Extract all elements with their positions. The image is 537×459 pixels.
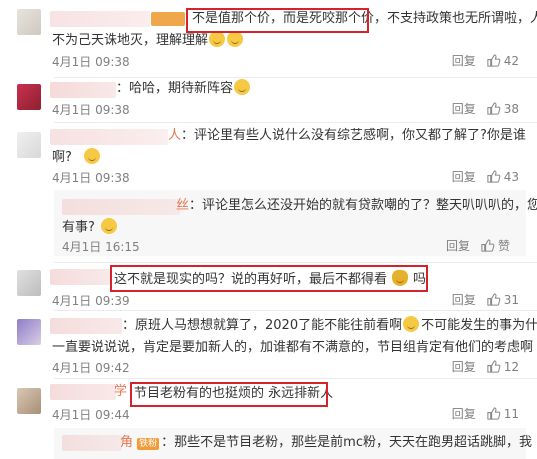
thumbs-up-icon: [481, 239, 495, 252]
comment-actions: 回复 12: [452, 358, 519, 375]
username[interactable]: [50, 318, 122, 334]
like-count: 42: [503, 53, 519, 68]
emoji-icon: [227, 31, 244, 47]
comment-text: 丝：评论里怎么还没开始的就有贷款嘲的了？整天叭叭叭的，您: [176, 198, 537, 213]
thumbs-up-icon: [487, 293, 501, 306]
comment-actions: 回复 43: [452, 168, 519, 185]
comment-actions: 回复 38: [452, 100, 519, 117]
comment-item: 人：评论里有些人说什么没有综艺感啊，你又都了解了?你是谁 啊? 4月1日 09:…: [0, 123, 537, 191]
reply-button[interactable]: 回复: [452, 168, 476, 185]
avatar[interactable]: [17, 388, 41, 414]
highlight-box: [110, 265, 428, 292]
like-button[interactable]: 43: [486, 169, 519, 184]
like-button[interactable]: 11: [486, 406, 519, 421]
emoji-icon: [100, 218, 117, 234]
comment-text: 学: [114, 384, 128, 399]
thumbs-up-icon: [487, 102, 501, 115]
comment-actions: 回复 11: [452, 405, 519, 422]
thumbs-up-icon: [487, 170, 501, 183]
comment-text: ：哈哈，期待新阵容: [116, 77, 251, 101]
username[interactable]: [50, 82, 116, 98]
comment-text: ：原班人马想想就算了，2020了能不能往前看啊不可能发生的事为什么: [122, 316, 537, 333]
emoji-icon: [83, 148, 100, 164]
like-count: 38: [503, 101, 519, 116]
comment-text: 角 铁粉 ：那些不是节目老粉，那些是前mc粉，天天在跑男超话跳脚，我: [120, 435, 532, 450]
comment-actions: 回复 42: [452, 52, 519, 69]
timestamp: 4月1日 09:38: [52, 55, 130, 69]
reply-button[interactable]: 回复: [452, 291, 476, 308]
comment-text: 啊?: [52, 146, 101, 170]
timestamp: 4月1日 09:39: [52, 294, 130, 308]
comment-item: ：哈哈，期待新阵容 4月1日 09:38 回复 38: [0, 78, 537, 123]
thumbs-up-icon: [487, 360, 501, 373]
avatar[interactable]: [17, 270, 41, 296]
like-count: 31: [503, 292, 519, 307]
badge-icon: [151, 12, 185, 26]
reply-button[interactable]: 回复: [452, 100, 476, 117]
sub-reply: 角 铁粉 ：那些不是节目老粉，那些是前mc粉，天天在跑男超话跳脚，我: [54, 428, 532, 459]
comment-item: 这不就是现实的吗？说的再好听，最后不都得看吗 4月1日 09:39 回复 31: [0, 263, 537, 311]
comment-actions: 回复 31: [452, 291, 519, 308]
username[interactable]: [50, 269, 110, 285]
like-button[interactable]: 赞: [480, 237, 510, 254]
like-button[interactable]: 12: [486, 359, 519, 374]
timestamp: 4月1日 09:44: [52, 408, 130, 422]
timestamp: 4月1日 16:15: [62, 240, 140, 254]
like-count: 赞: [497, 239, 510, 253]
like-count: 11: [503, 406, 519, 421]
like-button[interactable]: 38: [486, 101, 519, 116]
like-count: 43: [503, 169, 519, 184]
avatar[interactable]: [17, 84, 41, 110]
reply-button[interactable]: 回复: [452, 358, 476, 375]
avatar[interactable]: [17, 132, 41, 158]
fan-badge: 铁粉: [137, 438, 160, 450]
comment-item: ：原班人马想想就算了，2020了能不能往前看啊不可能发生的事为什么 一直要说说说…: [0, 311, 537, 379]
like-count: 12: [503, 359, 519, 374]
comment-item: 学 节目老粉有的也挺烦的 永远排新人 4月1日 09:44 回复 11: [0, 379, 537, 425]
reply-button[interactable]: 回复: [452, 405, 476, 422]
comment-text: 人：评论里有些人说什么没有综艺感啊，你又都了解了?你是谁: [168, 128, 526, 143]
highlight-box: [186, 8, 369, 33]
emoji-icon: [209, 31, 226, 47]
timestamp: 4月1日 09:38: [52, 171, 130, 185]
username[interactable]: [50, 11, 150, 27]
sub-reply: 丝：评论里怎么还没开始的就有贷款嘲的了？整天叭叭叭的，您 有事? 4月1日 16…: [54, 190, 537, 256]
comment-text: 一直要说说说，肯定是要加新人的，加谁都有不满意的，节目组肯定有他们的考虑啊: [52, 340, 534, 355]
emoji-icon: [234, 79, 251, 95]
like-button[interactable]: 31: [486, 292, 519, 307]
emoji-icon: [403, 316, 420, 332]
thumbs-up-icon: [487, 407, 501, 420]
highlight-box: [130, 382, 328, 407]
comment-actions: 回复 赞: [446, 237, 510, 254]
thumbs-up-icon: [487, 54, 501, 67]
avatar[interactable]: [17, 319, 41, 345]
timestamp: 4月1日 09:42: [52, 361, 130, 375]
reply-button[interactable]: 回复: [452, 52, 476, 69]
comment-item: 不是值那个价，而是死咬那个价，不支持政策也无所谓啦，人 不为己天诛地灭，理解理解…: [0, 0, 537, 78]
timestamp: 4月1日 09:38: [52, 103, 130, 117]
avatar[interactable]: [17, 9, 41, 35]
comment-text: 有事?: [62, 216, 118, 240]
like-button[interactable]: 42: [486, 53, 519, 68]
reply-button[interactable]: 回复: [446, 237, 470, 254]
